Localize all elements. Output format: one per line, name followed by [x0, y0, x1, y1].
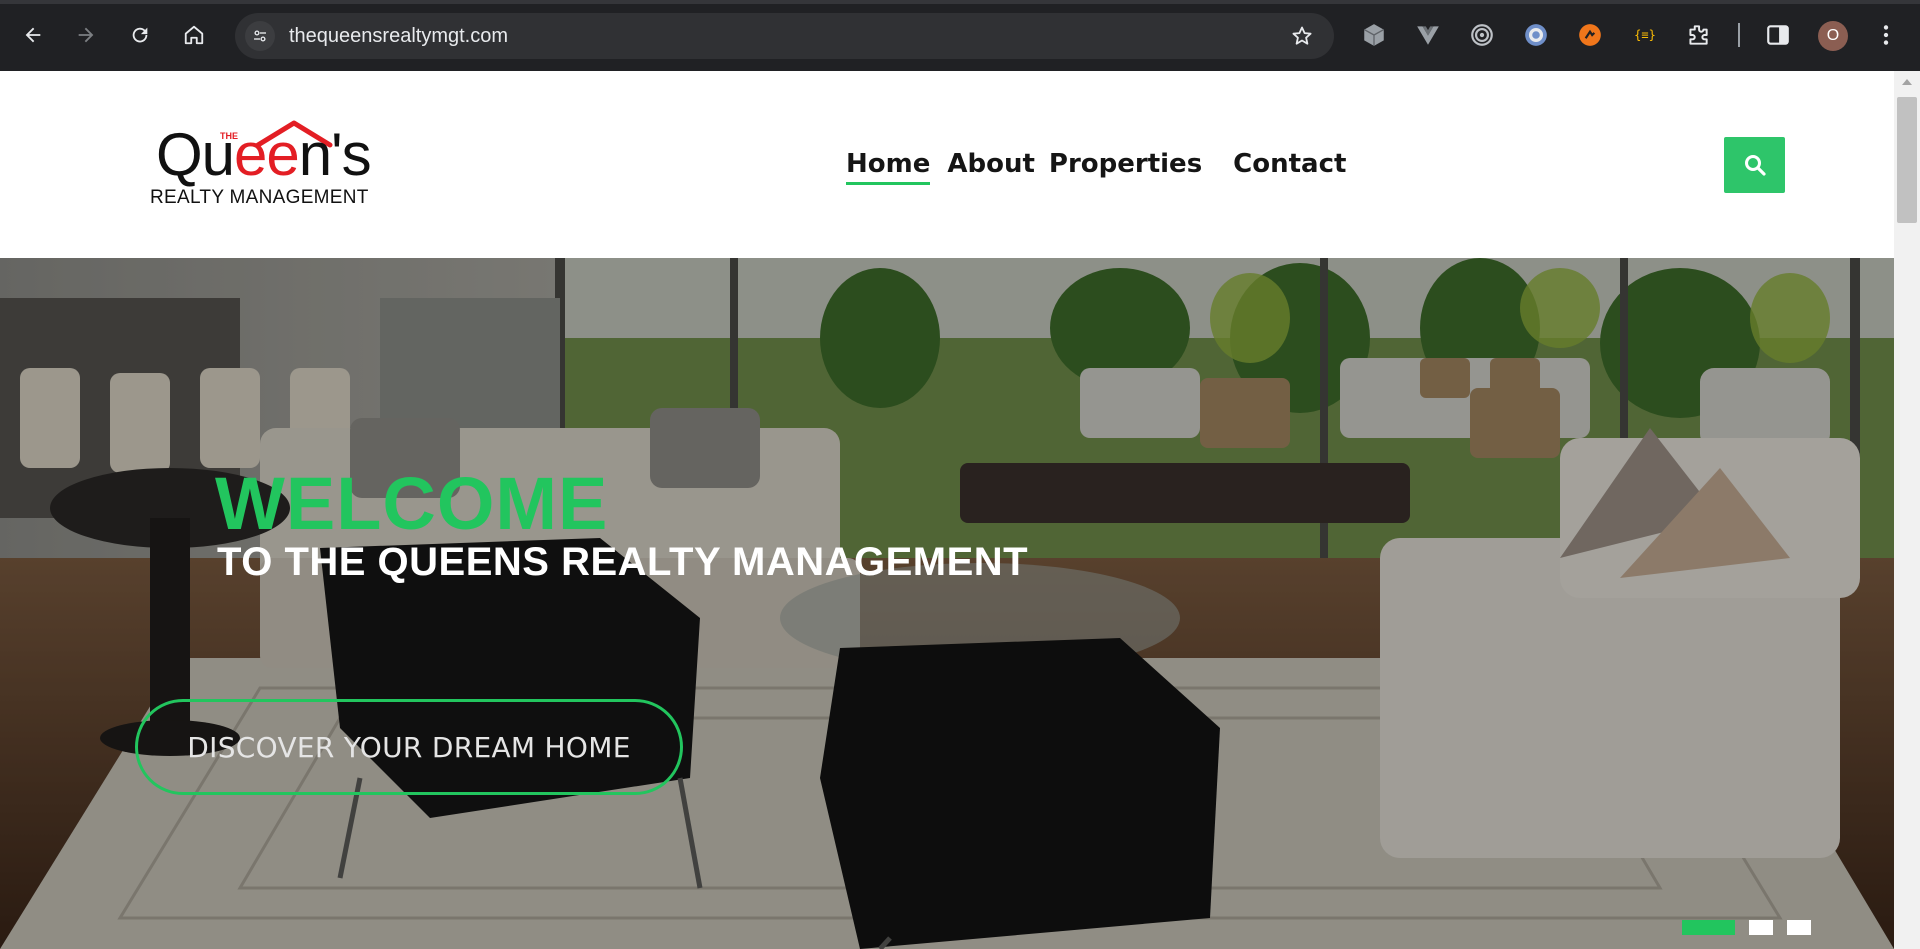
- home-icon: [184, 25, 204, 45]
- slider-pagination: [1682, 920, 1811, 935]
- reload-icon: [132, 27, 148, 43]
- target-extension-button[interactable]: [1468, 21, 1496, 49]
- site-header: THE Queen's REALTY MANAGEMENT Home About…: [0, 71, 1894, 258]
- nav-contact[interactable]: Contact: [1233, 143, 1346, 185]
- hero-overlay: [0, 258, 1894, 949]
- vue-extension-icon: [1417, 26, 1439, 45]
- browser-toolbar: thequeensrealtymgt.com {≡} O: [0, 0, 1920, 71]
- code-braces-extension-button[interactable]: {≡}: [1628, 21, 1662, 49]
- url-text[interactable]: thequeensrealtymgt.com: [289, 25, 508, 48]
- reload-button[interactable]: [122, 17, 158, 53]
- nav-home[interactable]: Home: [846, 143, 931, 185]
- vue-extension-button[interactable]: [1414, 21, 1442, 49]
- logo-wordmark: Queen's: [156, 119, 372, 191]
- puzzle-extensions-icon: [1689, 25, 1708, 45]
- address-bar[interactable]: thequeensrealtymgt.com: [235, 13, 1334, 59]
- side-panel-button[interactable]: [1764, 21, 1792, 49]
- browser-menu-button[interactable]: [1872, 21, 1900, 49]
- bookmark-star-icon[interactable]: [1290, 24, 1314, 48]
- back-button[interactable]: [15, 17, 51, 53]
- tab-strip-edge: [0, 0, 1920, 4]
- logo-word-mid: ee: [234, 121, 300, 188]
- ring-extension-icon: [1525, 24, 1547, 46]
- scrollbar-thumb[interactable]: [1897, 97, 1917, 223]
- code-braces-extension-icon: {≡}: [1634, 28, 1656, 42]
- main-nav: Home About Properties Contact: [846, 143, 1346, 185]
- hero-slider: WELCOME TO THE QUEENS REALTY MANAGEMENT …: [0, 258, 1894, 949]
- search-button[interactable]: [1724, 137, 1785, 193]
- site-settings-button[interactable]: [245, 21, 275, 51]
- orange-extension-button[interactable]: [1576, 21, 1604, 49]
- ring-extension-button[interactable]: [1522, 21, 1550, 49]
- page-scrollbar[interactable]: [1894, 71, 1920, 949]
- logo-word-left: Qu: [156, 121, 235, 188]
- kebab-menu-icon: [1883, 25, 1889, 45]
- logo-subtitle: REALTY MANAGEMENT: [150, 187, 369, 208]
- site-settings-icon: [254, 30, 266, 42]
- toolbar-divider: [1738, 23, 1740, 47]
- slide-dot-1[interactable]: [1682, 920, 1735, 935]
- cube-extension-icon: [1363, 24, 1385, 46]
- slide-dot-2[interactable]: [1749, 920, 1773, 935]
- page-viewport: THE Queen's REALTY MANAGEMENT Home About…: [0, 71, 1894, 949]
- back-icon: [25, 27, 41, 43]
- nav-properties[interactable]: Properties: [1049, 143, 1202, 185]
- slide-dot-3[interactable]: [1787, 920, 1811, 935]
- forward-button[interactable]: [68, 17, 104, 53]
- forward-icon: [78, 27, 94, 43]
- site-logo[interactable]: THE Queen's REALTY MANAGEMENT: [150, 119, 400, 215]
- extensions-button[interactable]: [1684, 21, 1712, 49]
- nav-about[interactable]: About: [947, 143, 1035, 185]
- orange-extension-icon: [1579, 24, 1601, 46]
- scroll-up-arrow-icon[interactable]: [1902, 79, 1912, 85]
- hero-tagline: TO THE QUEENS REALTY MANAGEMENT: [217, 540, 1029, 584]
- side-panel-icon: [1767, 25, 1789, 45]
- profile-avatar[interactable]: O: [1818, 21, 1848, 51]
- hero-welcome-heading: WELCOME: [215, 462, 609, 545]
- search-icon: [1744, 155, 1766, 176]
- home-button[interactable]: [176, 17, 212, 53]
- logo-word-right: n's: [298, 121, 372, 188]
- discover-dream-home-button[interactable]: DISCOVER YOUR DREAM HOME: [135, 699, 683, 795]
- target-extension-icon: [1471, 24, 1493, 46]
- cube-extension-button[interactable]: [1360, 21, 1388, 49]
